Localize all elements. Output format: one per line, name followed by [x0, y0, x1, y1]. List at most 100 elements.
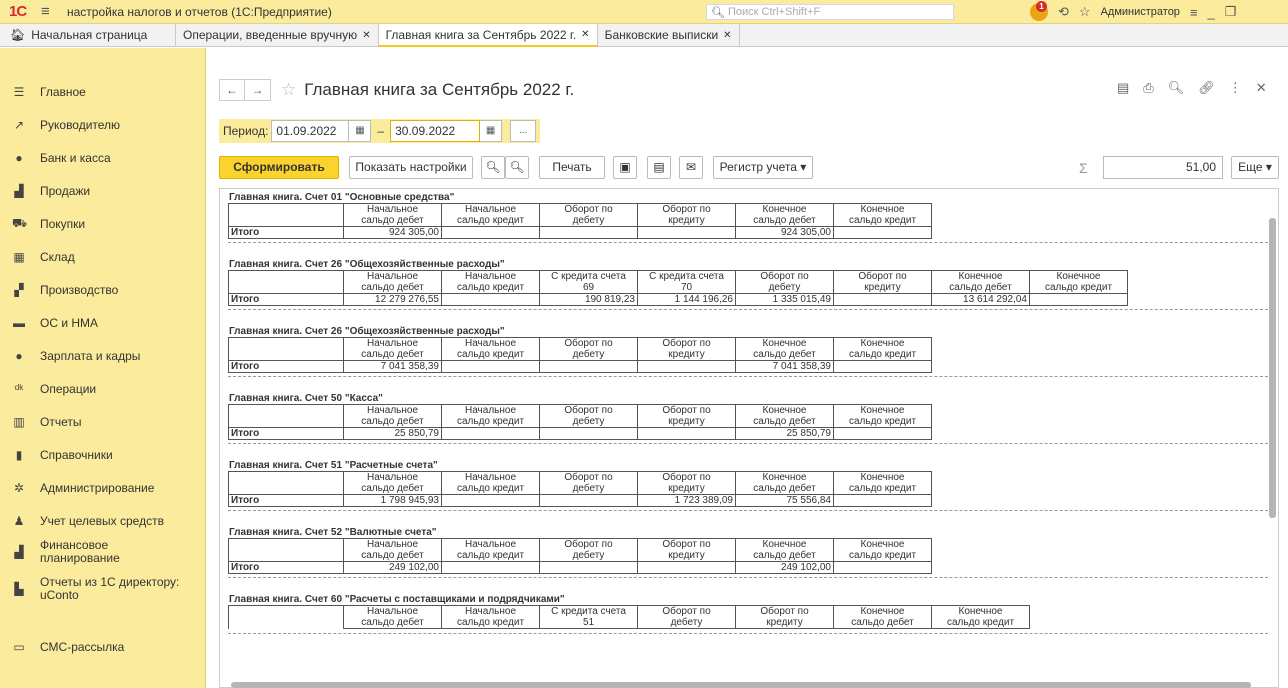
column-header: Оборот по [735, 270, 834, 282]
sidebar-item-label: Главное [40, 84, 86, 99]
column-header: сальдо кредит [441, 215, 540, 227]
scroll-thumb[interactable] [1269, 218, 1276, 518]
sidebar-item[interactable]: ⛟ Покупки [0, 212, 206, 236]
chevron-down-icon: ▾ [800, 160, 807, 174]
value-cell [539, 360, 638, 373]
column-header: сальдо кредит [1029, 282, 1128, 294]
save-button[interactable]: ▤ [647, 156, 671, 179]
sidebar-item[interactable]: ▟ Финансовое планирование [0, 539, 206, 565]
tab-bank-statements[interactable]: Банковские выписки ✕ [598, 24, 740, 46]
menu-icon: ☰ [13, 85, 25, 99]
column-header: Оборот по [735, 605, 834, 617]
horizontal-scrollbar[interactable] [231, 682, 1251, 688]
warehouse-icon: ▦ [13, 250, 25, 264]
tab-general-ledger[interactable]: Главная книга за Сентябрь 2022 г. ✕ [378, 24, 598, 47]
report-form: ← → ☆ Главная книга за Сентябрь 2022 г. … [207, 48, 1288, 688]
save-icon[interactable]: ▤ [1117, 80, 1129, 96]
print-button[interactable]: Печать [539, 156, 605, 179]
restore-icon[interactable]: ❐ [1225, 4, 1237, 20]
sidebar-item[interactable]: ♟ Учет целевых средств [0, 509, 206, 533]
page-title: Главная книга за Сентябрь 2022 г. [304, 80, 575, 99]
tab-home[interactable]: 🏠︎ Начальная страница [0, 24, 176, 46]
notifications-icon[interactable]: 1 [1030, 1, 1048, 21]
value-cell [637, 561, 736, 574]
sidebar-item[interactable]: ▮ Справочники [0, 443, 206, 467]
save-icon: ▤ [653, 160, 665, 174]
value-cell [833, 494, 932, 507]
main-menu-icon[interactable]: ≡ [41, 3, 59, 20]
table-row: Итого 25 850,79 25 850,79 [228, 427, 932, 440]
value-cell: 75 556,84 [735, 494, 834, 507]
minimize-icon[interactable]: _ [1208, 5, 1215, 20]
sidebar-item[interactable]: ▙ Отчеты из 1С директору: uConto [0, 576, 206, 602]
sidebar-item[interactable]: ▬ ОС и НМА [0, 311, 206, 335]
row-header-cell [228, 270, 344, 294]
sidebar-item[interactable]: ▥ Отчеты [0, 410, 206, 434]
section-title: Главная книга. Счет 51 "Расчетные счета" [229, 460, 438, 471]
column-header: Оборот по [637, 404, 736, 416]
preview-icon[interactable]: 🔍︎ [1168, 80, 1185, 96]
close-icon[interactable]: ✕ [723, 30, 731, 41]
value-cell [441, 561, 540, 574]
column-header: дебету [637, 617, 736, 629]
period-to-input[interactable]: 30.09.2022 [390, 120, 481, 142]
generate-button[interactable]: Сформировать [219, 156, 339, 179]
close-icon[interactable]: ✕ [1256, 80, 1267, 96]
calendar-icon[interactable]: ▦ [480, 120, 503, 142]
search-input[interactable]: 🔍︎ Поиск Ctrl+Shift+F [706, 4, 954, 20]
register-dropdown[interactable]: Регистр учета ▾ [713, 156, 813, 179]
calendar-icon[interactable]: ▦ [349, 120, 372, 142]
column-header: Начальное [441, 337, 540, 349]
column-header: Начальное [441, 471, 540, 483]
preview-button[interactable]: ▣ [613, 156, 637, 179]
sidebar-item[interactable]: ᵈᵏ Операции [0, 377, 206, 401]
column-header: дебету [539, 483, 638, 495]
sidebar-item[interactable]: ↗ Руководителю [0, 113, 206, 137]
value-cell [441, 293, 540, 306]
period-panel: Период: 01.09.2022 ▦ – 30.09.2022 ▦ ... [219, 119, 541, 143]
tab-manual-operations[interactable]: Операции, введенные вручную ✕ [176, 24, 379, 46]
sidebar-item-label: Склад [40, 249, 75, 264]
column-header: сальдо дебет [343, 282, 442, 294]
column-header: Оборот по [539, 203, 638, 215]
favorites-icon[interactable]: ☆ [1079, 4, 1091, 20]
column-header: Начальное [343, 538, 442, 550]
sidebar-item[interactable]: ● Банк и касса [0, 146, 206, 170]
forward-button[interactable]: → [245, 79, 271, 101]
vertical-scrollbar[interactable] [1266, 188, 1278, 688]
more-icon[interactable]: ⋮ [1229, 80, 1242, 96]
period-from-input[interactable]: 01.09.2022 [271, 120, 350, 142]
period-select-button[interactable]: ... [510, 120, 537, 142]
sidebar-item[interactable]: ☰ Главное [0, 80, 206, 104]
show-settings-button[interactable]: Показать настройки [349, 156, 473, 179]
tab-label: Банковские выписки [604, 28, 719, 42]
sidebar-item[interactable]: ▭ СМС-рассылка [0, 635, 206, 659]
link-icon[interactable]: 🔗︎ [1198, 80, 1215, 96]
column-header: Конечное [735, 471, 834, 483]
user-name[interactable]: Администратор [1101, 6, 1180, 18]
more-button[interactable]: Еще ▾ [1231, 156, 1279, 179]
close-icon[interactable]: ✕ [581, 29, 589, 40]
search-next-icon: 🔍︎ [509, 160, 525, 174]
close-icon[interactable]: ✕ [362, 30, 370, 41]
sidebar-item[interactable]: ▞ Производство [0, 278, 206, 302]
sidebar-item[interactable]: ● Зарплата и кадры [0, 344, 206, 368]
column-header: кредиту [637, 416, 736, 428]
value-cell: 7 041 358,39 [735, 360, 834, 373]
value-cell: 190 819,23 [539, 293, 638, 306]
report-document[interactable]: Главная книга. Счет 01 "Основные средств… [219, 188, 1279, 688]
history-icon[interactable]: ⟲ [1058, 4, 1069, 20]
ledger-table: Начальное Начальное Оборот по Оборот по Коне… [228, 203, 932, 239]
sidebar-item[interactable]: ▟ Продажи [0, 179, 206, 203]
print-icon[interactable]: ⎙ [1143, 80, 1153, 96]
email-button[interactable]: ✉ [679, 156, 703, 179]
find-next-button[interactable]: 🔍︎ [505, 156, 529, 179]
sidebar-item[interactable]: ▦ Склад [0, 245, 206, 269]
favorite-star-icon[interactable]: ☆ [281, 80, 296, 100]
column-header: Конечное [833, 203, 932, 215]
find-button[interactable]: 🔍︎ [481, 156, 505, 179]
back-button[interactable]: ← [219, 79, 245, 101]
column-header: Оборот по [637, 471, 736, 483]
sidebar-item[interactable]: ✲ Администрирование [0, 476, 206, 500]
settings-menu-icon[interactable]: ≡ [1190, 5, 1198, 20]
